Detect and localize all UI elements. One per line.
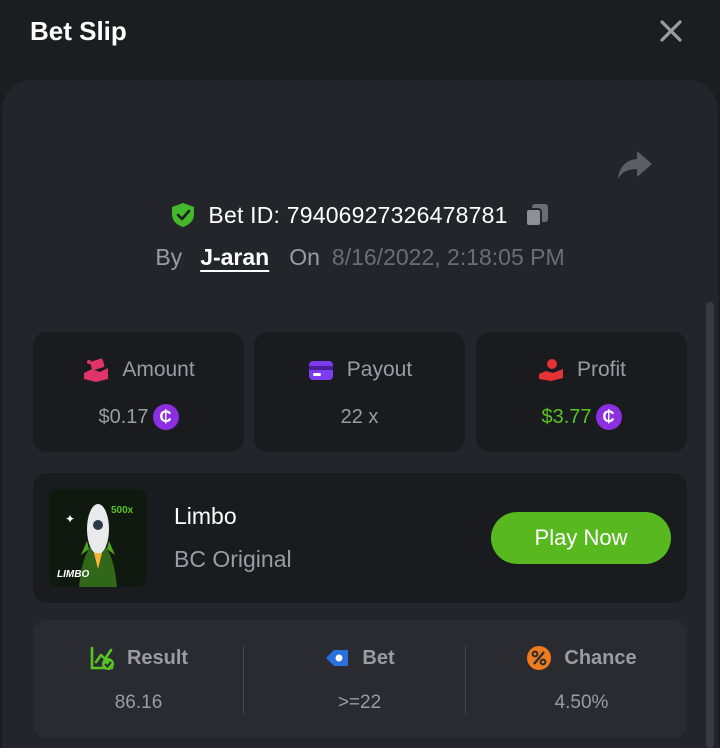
copy-button[interactable] — [524, 202, 550, 228]
bet-id-row: Bet ID: 79406927326478781 — [0, 198, 720, 232]
page-title: Bet Slip — [30, 16, 127, 46]
amount-label: Amount — [122, 358, 195, 381]
amount-value: $0.17 — [98, 405, 149, 428]
bet-column: Bet >=22 — [254, 620, 465, 738]
profit-card: Profit $3.77 ₵ — [476, 332, 687, 452]
bet-value: >=22 — [337, 692, 382, 713]
coin-icon: ₵ — [595, 404, 622, 430]
result-column: Result 86.16 — [33, 620, 244, 738]
thumb-badge: 500x — [111, 505, 134, 516]
shield-check-icon — [172, 203, 195, 227]
coin-icon: ₵ — [152, 404, 179, 430]
share-icon — [618, 151, 652, 179]
divider — [465, 646, 466, 714]
wallet-card-icon — [308, 361, 333, 380]
svg-text:✦: ✦ — [65, 512, 75, 526]
copy-icon — [524, 204, 548, 227]
close-button[interactable] — [656, 16, 686, 46]
bet-label: Bet — [362, 646, 395, 669]
bet-id: Bet ID: 79406927326478781 — [208, 201, 508, 228]
profit-hand-icon — [538, 359, 563, 381]
thumb-logo-text: LIMBO — [57, 569, 89, 580]
close-icon — [660, 20, 682, 42]
profit-value: $3.77 — [541, 405, 592, 428]
payout-label: Payout — [346, 358, 413, 381]
money-hand-icon — [84, 358, 109, 382]
payout-card: Payout 22 x — [254, 332, 465, 452]
chance-value: 4.50% — [554, 692, 609, 713]
game-subtitle: BC Original — [174, 546, 292, 572]
bet-ticket-icon — [326, 650, 349, 666]
game-name: Limbo — [174, 503, 237, 529]
bet-meta-row: By J-aran On 8/16/2022, 2:18:05 PM — [0, 240, 720, 274]
payout-value: 22 x — [340, 405, 379, 428]
profit-label: Profit — [576, 358, 626, 381]
result-value: 86.16 — [114, 692, 163, 713]
scrollbar[interactable] — [706, 302, 714, 748]
result-card: Result 86.16 Bet >=22 Chance 4.50% — [33, 620, 687, 738]
on-label: On — [289, 243, 320, 270]
chance-column: Chance 4.50% — [476, 620, 687, 738]
result-label: Result — [126, 646, 189, 669]
by-label: By — [155, 243, 183, 270]
header: Bet Slip — [0, 0, 720, 70]
play-now-button[interactable]: Play Now — [491, 512, 671, 564]
bet-date: 8/16/2022, 2:18:05 PM — [331, 243, 565, 270]
percent-icon — [527, 646, 552, 670]
share-button[interactable] — [616, 148, 654, 182]
divider — [243, 646, 244, 714]
rocket-image: ✦ 500x LIMBO — [49, 489, 147, 587]
game-card: ✦ 500x LIMBO Limbo BC Original Play Now — [33, 473, 687, 603]
amount-card: Amount $0.17 ₵ — [33, 332, 244, 452]
user-link[interactable]: J-aran — [200, 244, 269, 271]
chart-check-icon — [90, 646, 114, 670]
game-thumbnail[interactable]: ✦ 500x LIMBO — [49, 489, 147, 587]
chance-label: Chance — [564, 646, 637, 669]
